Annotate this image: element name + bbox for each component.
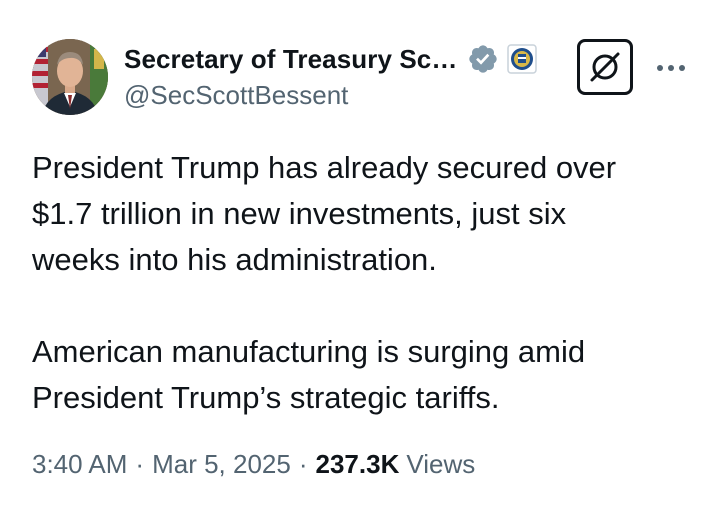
- tweet-card: Secretary of Treasury Sc… @SecScottBesse…: [0, 0, 720, 508]
- views-label[interactable]: Views: [406, 449, 475, 480]
- meta-separator: ·: [135, 449, 145, 479]
- tweet-text-line: President Trump has already secured over: [32, 150, 617, 185]
- tweet-date[interactable]: Mar 5, 2025: [152, 449, 291, 480]
- tweet-text-line: President Trump’s strategic tariffs.: [32, 380, 500, 415]
- verified-badge-icon[interactable]: [467, 43, 499, 75]
- tweet-text-line: $1.7 trillion in new investments, just s…: [32, 196, 567, 231]
- tweet-meta: 3:40 AM · Mar 5, 2025 · 237.3K Views: [32, 449, 475, 480]
- meta-separator: ·: [298, 449, 308, 479]
- tweet-time[interactable]: 3:40 AM: [32, 449, 127, 480]
- avatar[interactable]: [32, 39, 108, 115]
- tweet-text-line: American manufacturing is surging amid: [32, 334, 586, 369]
- author-display-name[interactable]: Secretary of Treasury Sc…: [124, 44, 457, 75]
- author-name-row: Secretary of Treasury Sc…: [124, 40, 538, 78]
- treasury-seal-icon[interactable]: [507, 44, 538, 74]
- grok-button[interactable]: [577, 39, 633, 95]
- tweet-text: President Trump has already secured over…: [32, 145, 692, 421]
- more-dots-icon[interactable]: [654, 54, 688, 82]
- author-handle[interactable]: @SecScottBessent: [124, 80, 348, 111]
- views-count[interactable]: 237.3K: [316, 449, 400, 480]
- tweet-text-line: weeks into his administration.: [32, 242, 437, 277]
- grok-icon: [590, 52, 620, 82]
